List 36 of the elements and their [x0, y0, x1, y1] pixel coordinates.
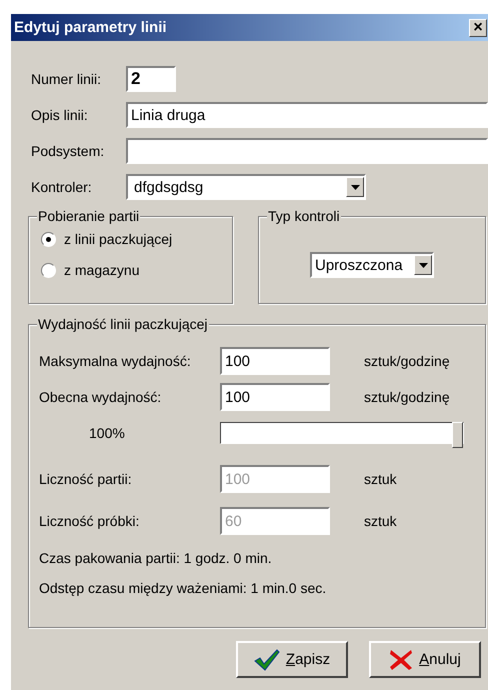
group-title: Pobieranie partii: [37, 208, 140, 224]
input-field[interactable]: 100: [220, 347, 330, 375]
field-label: Obecna wydajność:: [39, 389, 162, 405]
window-title: Edytuj parametry linii: [14, 19, 167, 36]
controller-dropdown[interactable]: dfgdsgdsg: [126, 174, 366, 200]
field-label: Numer linii:: [30, 71, 102, 87]
save-button[interactable]: Zapisz: [236, 641, 348, 678]
unit-label: sztuk/godzinę: [364, 389, 450, 405]
field-label: Liczność partii:: [39, 471, 133, 487]
radio-label[interactable]: z magazynu: [64, 262, 140, 278]
group-title: Typ kontroli: [267, 208, 341, 224]
cancel-button[interactable]: Anuluj: [369, 641, 481, 678]
slider-reading: 100%: [88, 424, 126, 440]
field-label: Opis linii:: [30, 107, 89, 123]
close-icon: [389, 648, 414, 670]
unit-label: sztuk: [364, 513, 397, 529]
unit-label: sztuk: [364, 471, 397, 487]
info-text: Odstęp czasu między ważeniami: 1 min.0 sec.: [39, 580, 328, 596]
field-label: Kontroler:: [30, 179, 93, 195]
radio-button[interactable]: [41, 262, 56, 278]
control-type-dropdown[interactable]: Uproszczona: [310, 252, 434, 278]
input-field[interactable]: 2: [126, 66, 176, 92]
info-text: Czas pakowania partii: 1 godz. 0 min.: [39, 550, 273, 566]
input-field[interactable]: 100: [220, 383, 330, 411]
radio-button[interactable]: [41, 232, 56, 246]
field-label: Maksymalna wydajność:: [39, 353, 192, 369]
slider-handle[interactable]: [452, 422, 463, 448]
unit-label: sztuk/godzinę: [364, 353, 450, 369]
input-field[interactable]: [126, 138, 488, 164]
field-label: Podsystem:: [30, 143, 106, 159]
checkmark-icon: [254, 648, 280, 670]
radio-label[interactable]: z linii paczkującej: [64, 231, 172, 247]
group-title: Wydajność linii paczkującej: [37, 316, 209, 332]
close-button[interactable]: ×: [469, 18, 487, 36]
input-field[interactable]: Linia druga: [126, 102, 488, 128]
field-label: Liczność próbki:: [39, 513, 140, 529]
